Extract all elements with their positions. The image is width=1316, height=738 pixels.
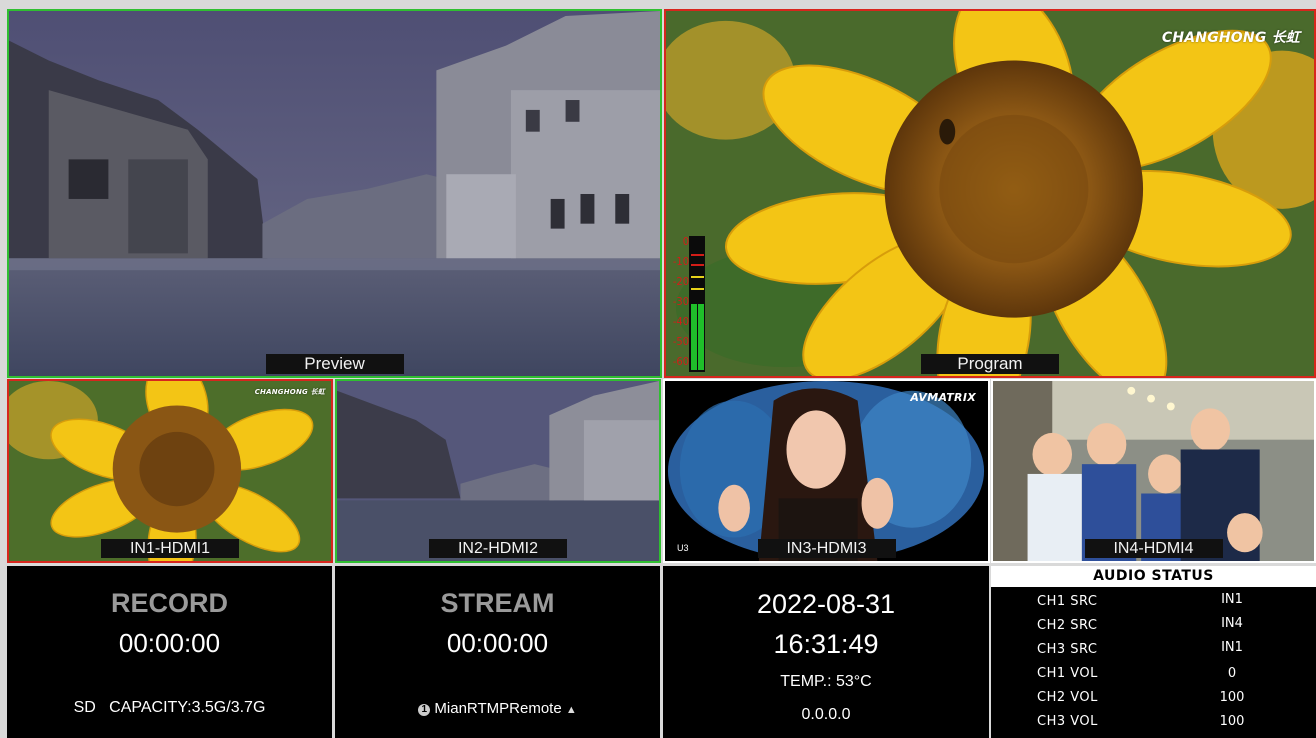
in2-video-frame bbox=[337, 381, 659, 561]
audio-row: CH1 VOL 0 bbox=[991, 666, 1316, 689]
stream-panel: STREAM 00:00:00 1 MianRTMPRemote ▲ bbox=[335, 566, 660, 738]
audio-key: CH1 SRC bbox=[1037, 594, 1098, 609]
audio-key: CH1 VOL bbox=[1037, 666, 1098, 681]
preview-video-frame bbox=[9, 11, 660, 376]
changhong-logo-small: CHANGHONG 长虹 bbox=[254, 388, 325, 396]
vu-tick: 0 bbox=[682, 235, 689, 248]
stream-server-name: MianRTMPRemote bbox=[434, 700, 562, 717]
vu-bar-right bbox=[698, 304, 704, 370]
vu-peak-mark bbox=[691, 254, 704, 256]
info-circle-icon: 1 bbox=[418, 704, 431, 716]
system-ip: 0.0.0.0 bbox=[801, 706, 851, 723]
audio-key: CH2 VOL bbox=[1037, 690, 1098, 705]
vu-tick: -60 bbox=[672, 355, 689, 368]
audio-value: 100 bbox=[1219, 690, 1245, 705]
program-label: Program bbox=[921, 354, 1059, 374]
in2-label: IN2-HDMI2 bbox=[429, 539, 567, 558]
in3-corner-text: U3 bbox=[677, 543, 689, 553]
audio-row: CH3 VOL 100 bbox=[991, 714, 1316, 737]
stream-title[interactable]: STREAM bbox=[335, 588, 660, 619]
program-video-frame bbox=[666, 11, 1314, 376]
in3-label: IN3-HDMI3 bbox=[757, 539, 896, 558]
vu-meter-scale: 0 -10 -20 -30 -40 -50 -60 bbox=[669, 235, 689, 372]
vu-tick: -40 bbox=[672, 315, 689, 328]
audio-key: CH3 VOL bbox=[1037, 714, 1098, 729]
vu-meter-bars bbox=[689, 236, 705, 372]
record-title[interactable]: RECORD bbox=[7, 588, 332, 619]
audio-row: CH1 SRC IN1 bbox=[991, 592, 1316, 617]
sd-capacity: SD CAPACITY:3.5G/3.7G bbox=[73, 699, 266, 716]
audio-value: IN4 bbox=[1221, 616, 1243, 631]
record-panel: RECORD 00:00:00 SD CAPACITY:3.5G/3.7G bbox=[7, 566, 332, 738]
audio-status-title: AUDIO STATUS bbox=[991, 566, 1316, 587]
audio-value: IN1 bbox=[1221, 640, 1243, 655]
stream-status: 1 MianRTMPRemote ▲ bbox=[335, 700, 660, 717]
in4-label: IN4-HDMI4 bbox=[1084, 539, 1223, 558]
audio-value: IN1 bbox=[1221, 592, 1243, 607]
vu-peak-mark bbox=[691, 264, 704, 266]
input-monitor-in4[interactable]: IN4-HDMI4 bbox=[991, 379, 1316, 563]
program-monitor[interactable]: CHANGHONG 长虹 0 -10 -20 -30 -40 -50 -60 P… bbox=[664, 9, 1316, 378]
input-monitor-in1[interactable]: CHANGHONG 长虹 IN1-HDMI1 bbox=[7, 379, 333, 563]
audio-status-panel: AUDIO STATUS CH1 SRC IN1 CH2 SRC IN4 CH3… bbox=[991, 566, 1316, 738]
input-monitor-in2[interactable]: IN2-HDMI2 bbox=[335, 379, 661, 563]
vu-tick: -50 bbox=[672, 335, 689, 348]
in4-video-frame bbox=[993, 381, 1314, 561]
audio-row: CH2 VOL 100 bbox=[991, 690, 1316, 713]
system-time: 16:31:49 bbox=[773, 629, 879, 659]
vu-meter: 0 -10 -20 -30 -40 -50 -60 bbox=[669, 236, 707, 372]
vu-tick: -20 bbox=[672, 275, 689, 288]
vu-tick: -30 bbox=[672, 295, 689, 308]
audio-value: 0 bbox=[1227, 666, 1237, 681]
in3-video-frame bbox=[665, 381, 988, 561]
in1-video-frame bbox=[9, 381, 331, 561]
audio-key: CH3 SRC bbox=[1037, 642, 1098, 657]
audio-row: CH3 SRC IN1 bbox=[991, 640, 1316, 665]
input-monitor-in3[interactable]: AVMATRIX U3 IN3-HDMI3 bbox=[663, 379, 990, 563]
avmatrix-logo: AVMATRIX bbox=[910, 391, 976, 404]
in1-label: IN1-HDMI1 bbox=[101, 539, 239, 558]
system-temp: TEMP.: 53°C bbox=[780, 673, 872, 690]
preview-label: Preview bbox=[265, 354, 404, 374]
preview-monitor[interactable]: Preview bbox=[7, 9, 662, 378]
vu-bar-left bbox=[691, 304, 697, 370]
upload-arrow-icon: ▲ bbox=[565, 704, 577, 716]
vu-peak-mark bbox=[691, 288, 704, 290]
record-timer: 00:00:00 bbox=[118, 628, 221, 658]
stream-timer: 00:00:00 bbox=[446, 628, 549, 658]
changhong-logo: CHANGHONG 长虹 bbox=[1161, 30, 1300, 46]
system-date: 2022-08-31 bbox=[756, 589, 896, 619]
system-panel: 2022-08-31 16:31:49 TEMP.: 53°C 0.0.0.0 bbox=[663, 566, 989, 738]
vu-tick: -10 bbox=[672, 255, 689, 268]
audio-value: 100 bbox=[1219, 714, 1245, 729]
audio-row: CH2 SRC IN4 bbox=[991, 616, 1316, 641]
audio-key: CH2 SRC bbox=[1037, 618, 1098, 633]
vu-peak-mark bbox=[691, 276, 704, 278]
